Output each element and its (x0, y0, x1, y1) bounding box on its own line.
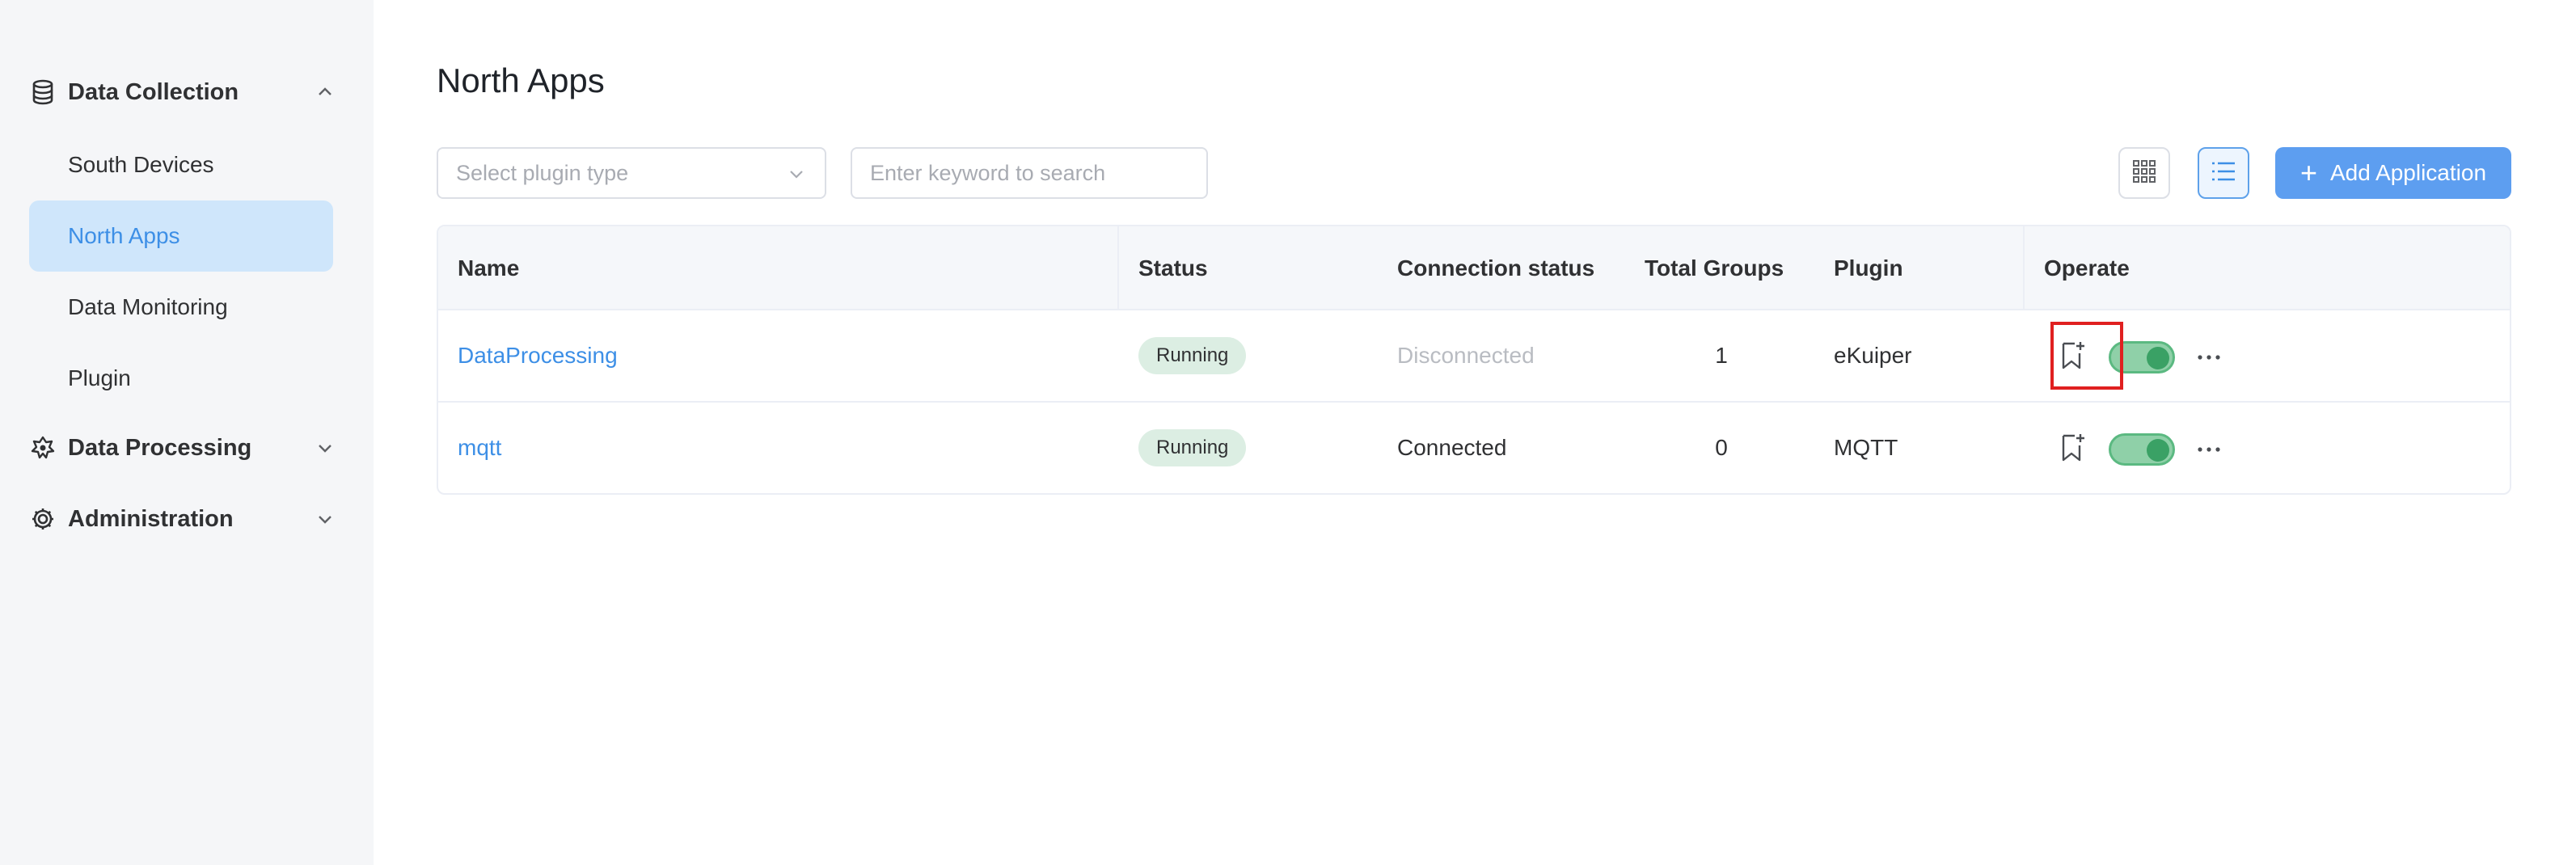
status-badge: Running (1138, 429, 1247, 466)
plugin-name: eKuiper (1834, 343, 1912, 368)
sidebar-item-label: Data Monitoring (68, 294, 228, 319)
list-icon (2211, 160, 2236, 187)
menu-administration[interactable]: Administration (29, 487, 336, 551)
column-divider (2023, 226, 2025, 310)
enable-toggle[interactable] (2109, 433, 2175, 466)
status-badge: Running (1138, 337, 1247, 374)
table-header: Name Status Connection status Total Grou… (438, 226, 2510, 310)
sidebar-item-label: North Apps (68, 223, 180, 248)
menu-data-collection[interactable]: Data Collection (29, 60, 336, 124)
sidebar-item-plugin[interactable]: Plugin (29, 343, 333, 414)
sidebar-item-south-devices[interactable]: South Devices (29, 129, 333, 200)
grid-view-button[interactable] (2118, 147, 2170, 199)
page-title: North Apps (437, 61, 605, 99)
toggle-knob (2147, 347, 2169, 369)
total-groups: 0 (1715, 435, 1728, 460)
sidebar-item-north-apps[interactable]: North Apps (29, 200, 333, 272)
status-cell: Running (1138, 310, 1247, 401)
menu-data-processing-label: Data Processing (68, 434, 252, 461)
total-groups: 1 (1715, 343, 1728, 368)
add-application-button[interactable]: + Add Application (2275, 147, 2511, 199)
chevron-down-icon (786, 163, 807, 184)
search-placeholder: Enter keyword to search (870, 160, 1106, 185)
more-icon[interactable] (2191, 432, 2227, 467)
plugin-name: MQTT (1834, 435, 1898, 460)
gear-flow-icon (29, 434, 57, 462)
sidebar: Data Collection South Devices North Apps… (0, 0, 374, 865)
settings-icon (29, 505, 57, 533)
connection-status: Connected (1397, 435, 1507, 460)
highlight-box (2050, 322, 2123, 390)
col-name-header: Name (458, 255, 520, 281)
col-operate-header: Operate (2044, 255, 2130, 281)
col-plugin-header: Plugin (1834, 255, 1903, 281)
more-icon[interactable] (2191, 340, 2227, 375)
apps-table: Name Status Connection status Total Grou… (437, 225, 2511, 495)
add-application-label: Add Application (2329, 160, 2487, 185)
plus-icon: + (2299, 156, 2317, 189)
chevron-up-icon (314, 81, 336, 103)
menu-administration-label: Administration (68, 505, 234, 532)
col-groups-header: Total Groups (1645, 255, 1784, 281)
app-name-link[interactable]: DataProcessing (458, 310, 618, 401)
status-cell: Running (1138, 403, 1247, 493)
column-divider (1117, 226, 1119, 310)
menu-data-processing[interactable]: Data Processing (29, 416, 336, 480)
grid-icon (2132, 159, 2156, 188)
plugin-type-placeholder: Select plugin type (456, 160, 629, 185)
sidebar-item-label: South Devices (68, 152, 214, 177)
app-name-link[interactable]: mqtt (458, 403, 501, 493)
database-icon (29, 78, 57, 106)
search-input[interactable]: Enter keyword to search (851, 147, 1208, 199)
chevron-down-icon (314, 508, 336, 530)
list-view-button[interactable] (2198, 147, 2249, 199)
chevron-down-icon (314, 437, 336, 459)
sidebar-item-data-monitoring[interactable]: Data Monitoring (29, 272, 333, 343)
col-status-header: Status (1138, 255, 1208, 281)
toggle-knob (2147, 439, 2169, 462)
sidebar-item-label: Plugin (68, 365, 131, 390)
table-row: mqtt Running Connected 0 MQTT (438, 403, 2510, 493)
connection-status: Disconnected (1397, 343, 1535, 368)
col-connection-header: Connection status (1397, 255, 1595, 281)
table-row: DataProcessing Running Disconnected 1 eK… (438, 310, 2510, 403)
add-bookmark-icon[interactable] (2055, 430, 2091, 466)
menu-data-collection-label: Data Collection (68, 78, 239, 105)
plugin-type-select[interactable]: Select plugin type (437, 147, 826, 199)
